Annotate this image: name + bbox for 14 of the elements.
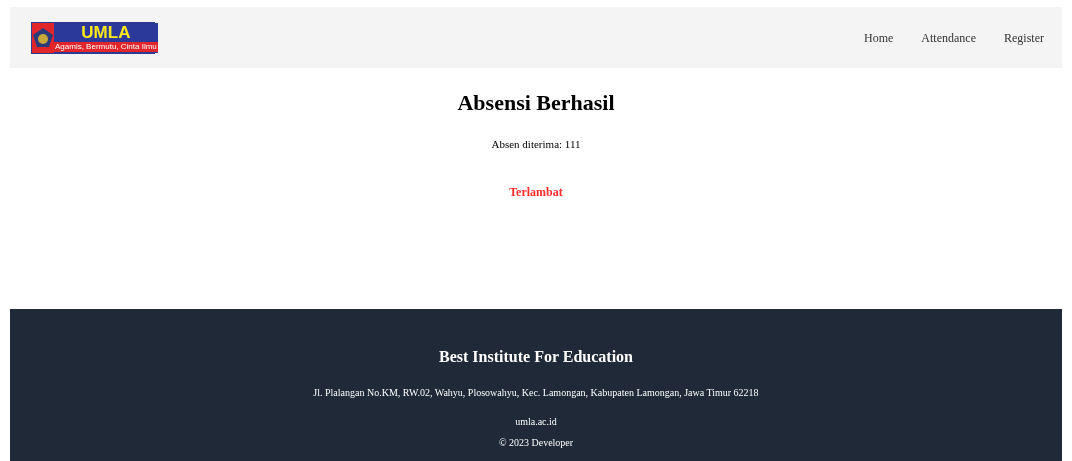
nav-link[interactable]: Home (864, 28, 894, 47)
status-text: Terlambat (509, 183, 563, 201)
logo-text: UMLA (81, 23, 131, 42)
nav-link[interactable]: Register (1004, 28, 1044, 47)
emblem-icon (32, 26, 54, 49)
copyright: © 2023 Developer (498, 436, 574, 450)
footer-title: Best Institute For Education (439, 347, 633, 367)
message: Absen diterima: 111 (491, 137, 581, 152)
website-link[interactable]: umla.ac.id (515, 414, 557, 429)
page-title: Absensi Berhasil (457, 89, 615, 117)
logo[interactable]: UMLA Agamis, Bermutu, Cinta Ilmu (31, 21, 155, 54)
address: Jl. Plalangan No.KM, RW.02, Wahyu, Plosowahyu, Kec. Lamongan, Kabupaten Lamongan, Jawa Timur 62218 (313, 386, 759, 400)
nav-link[interactable]: Attendance (921, 28, 976, 47)
logo-tagline: Agamis, Bermutu, Cinta Ilmu (54, 41, 158, 52)
